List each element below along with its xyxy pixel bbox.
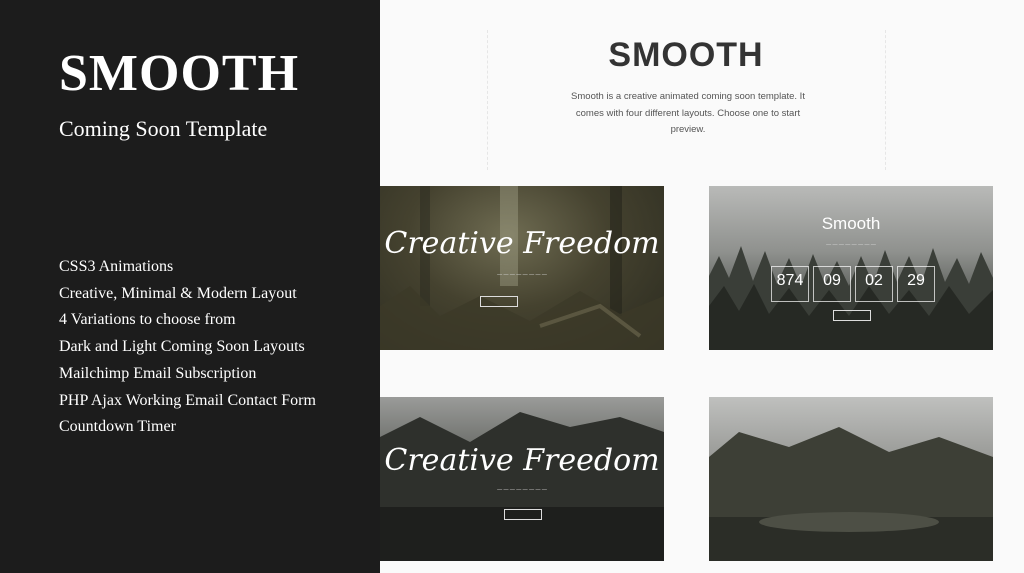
preview-button xyxy=(504,509,542,520)
feature-item: PHP Ajax Working Email Contact Form xyxy=(59,391,316,409)
preview-area: SMOOTH Smooth is a creative animated com… xyxy=(380,0,1024,573)
misty-mountain-image xyxy=(709,427,993,561)
countdown-hours: 09 xyxy=(813,266,851,302)
brand-tagline: Coming Soon Template xyxy=(59,116,268,141)
feature-panel: SMOOTH Coming Soon Template CSS3 Animati… xyxy=(0,0,380,573)
layout-preview-1[interactable]: Creative Freedom — — — — — — — — xyxy=(380,186,664,350)
countdown-seconds: 29 xyxy=(897,266,935,302)
layout-preview-4[interactable] xyxy=(709,397,993,561)
feature-item: Creative, Minimal & Modern Layout xyxy=(59,284,297,302)
page-title: SMOOTH xyxy=(608,36,764,74)
mountain-image xyxy=(380,412,664,561)
preview-heading: Creative Freedom xyxy=(384,226,660,261)
preview-subtext: — — — — — — — — xyxy=(497,272,547,278)
layout-preview-3[interactable]: Creative Freedom — — — — — — — — xyxy=(380,397,664,561)
feature-item: Dark and Light Coming Soon Layouts xyxy=(59,338,305,356)
preview-button xyxy=(833,310,871,321)
page-description: Smooth is a creative animated coming soo… xyxy=(571,91,805,135)
feature-list: CSS3 Animations Creative, Minimal & Mode… xyxy=(59,254,316,441)
brand-title: SMOOTH xyxy=(59,45,300,102)
preview-subtext: — — — — — — — — xyxy=(497,487,547,493)
countdown-days: 874 xyxy=(771,266,809,302)
feature-item: Countdown Timer xyxy=(59,418,176,436)
forest-image xyxy=(380,186,664,350)
feature-item: CSS3 Animations xyxy=(59,258,174,275)
pine-forest-image xyxy=(709,246,993,350)
preview-subtext: — — — — — — — — xyxy=(826,242,876,248)
preview-heading: Creative Freedom xyxy=(384,443,660,478)
countdown-minutes: 02 xyxy=(855,266,893,302)
feature-item: Mailchimp Email Subscription xyxy=(59,364,257,382)
feature-item: 4 Variations to choose from xyxy=(59,311,236,329)
preview-button xyxy=(480,296,518,307)
preview-heading: Smooth xyxy=(821,214,881,233)
layout-preview-2[interactable]: Smooth — — — — — — — — 874 09 02 29 xyxy=(709,186,993,350)
